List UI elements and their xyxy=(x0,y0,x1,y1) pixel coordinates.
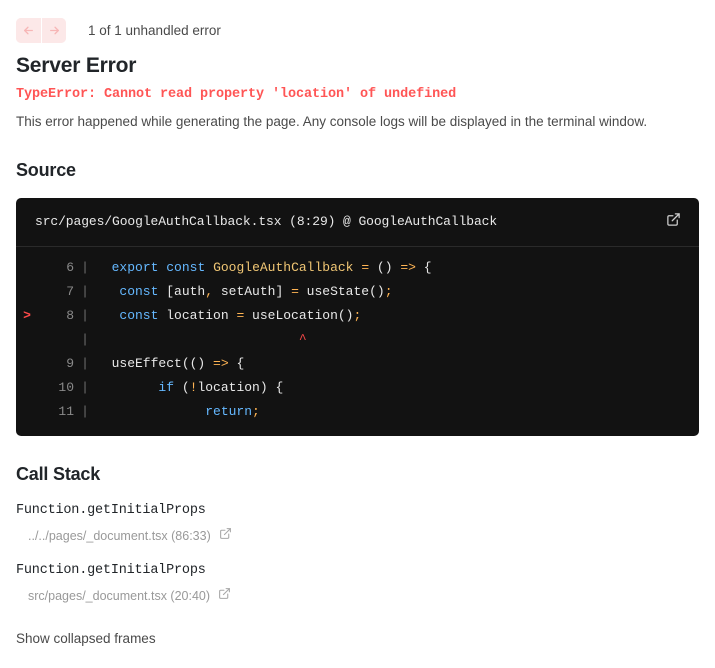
error-nav-buttons xyxy=(16,17,66,43)
call-stack-location-row[interactable]: src/pages/_document.tsx (20:40) xyxy=(28,587,699,605)
code-line-text: useEffect(() => { xyxy=(96,355,245,371)
code-gutter-divider: | xyxy=(81,355,89,371)
call-stack-list: Function.getInitialProps ../../pages/_doc… xyxy=(16,503,699,605)
open-in-editor-icon[interactable] xyxy=(219,527,232,545)
call-stack-function-name: Function.getInitialProps xyxy=(16,502,206,518)
code-line-number: 8 xyxy=(66,307,74,323)
error-line-marker-icon: > xyxy=(23,307,31,323)
source-code-block: src/pages/GoogleAuthCallback.tsx (8:29) … xyxy=(16,197,699,436)
code-line-number: 10 xyxy=(58,379,74,395)
show-collapsed-frames-button[interactable]: Show collapsed frames xyxy=(16,631,156,646)
call-stack-heading: Call Stack xyxy=(16,463,101,484)
code-line: 7 | const [auth, setAuth] = useState(); xyxy=(16,280,699,304)
code-gutter-divider: | xyxy=(81,307,89,323)
code-line-text: if (!location) { xyxy=(158,379,284,395)
code-line-number: 11 xyxy=(58,403,74,419)
call-stack-location-row[interactable]: ../../pages/_document.tsx (86:33) xyxy=(28,527,699,545)
source-code-lines: 6 | export const GoogleAuthCallback = () … xyxy=(16,247,699,436)
code-line: 6 | export const GoogleAuthCallback = () … xyxy=(16,256,699,280)
error-nav-row: 1 of 1 unhandled error xyxy=(16,0,699,44)
arrow-left-icon xyxy=(22,24,35,37)
next-error-button[interactable] xyxy=(41,17,66,43)
previous-error-button[interactable] xyxy=(16,17,41,43)
code-line-text: const location = useLocation(); xyxy=(119,307,362,323)
error-message: TypeError: Cannot read property 'locatio… xyxy=(16,87,457,102)
error-title: Server Error xyxy=(16,54,137,77)
code-line-text: return; xyxy=(205,403,260,419)
call-stack-entry: Function.getInitialProps ../../pages/_doc… xyxy=(16,503,699,545)
call-stack-function-name: Function.getInitialProps xyxy=(16,562,206,578)
error-count-label: 1 of 1 unhandled error xyxy=(88,22,221,38)
call-stack-entry: Function.getInitialProps src/pages/_docum… xyxy=(16,563,699,605)
open-source-in-editor-icon[interactable] xyxy=(666,212,681,232)
error-overlay-page: 1 of 1 unhandled error Server Error Type… xyxy=(0,0,715,668)
code-line-number: 6 xyxy=(66,259,74,275)
arrow-right-icon xyxy=(48,24,61,37)
code-gutter-divider: | xyxy=(81,379,89,395)
call-stack-location: src/pages/_document.tsx (20:40) xyxy=(28,588,211,603)
code-gutter-divider: | xyxy=(81,331,89,347)
code-line: | ^ xyxy=(16,328,699,352)
source-heading: Source xyxy=(16,159,76,180)
open-in-editor-icon[interactable] xyxy=(218,587,231,605)
code-line: 11 | return; xyxy=(16,400,699,424)
code-line: >8 | const location = useLocation(); xyxy=(16,304,699,328)
source-file-header: src/pages/GoogleAuthCallback.tsx (8:29) … xyxy=(16,198,699,247)
code-gutter-divider: | xyxy=(81,403,89,419)
code-line-text: export const GoogleAuthCallback = () => … xyxy=(111,259,432,275)
code-gutter-divider: | xyxy=(81,259,89,275)
code-line: 10 | if (!location) { xyxy=(16,376,699,400)
error-description: This error happened while generating the… xyxy=(16,114,648,129)
code-line-text: ^ xyxy=(298,331,307,347)
code-line-number: 7 xyxy=(66,283,74,299)
call-stack-location: ../../pages/_document.tsx (86:33) xyxy=(28,528,211,543)
code-gutter-divider: | xyxy=(81,283,89,299)
code-line-text: const [auth, setAuth] = useState(); xyxy=(119,283,393,299)
code-line: 9 | useEffect(() => { xyxy=(16,352,699,376)
code-line-number: 9 xyxy=(66,355,74,371)
source-file-path: src/pages/GoogleAuthCallback.tsx (8:29) … xyxy=(35,214,498,230)
